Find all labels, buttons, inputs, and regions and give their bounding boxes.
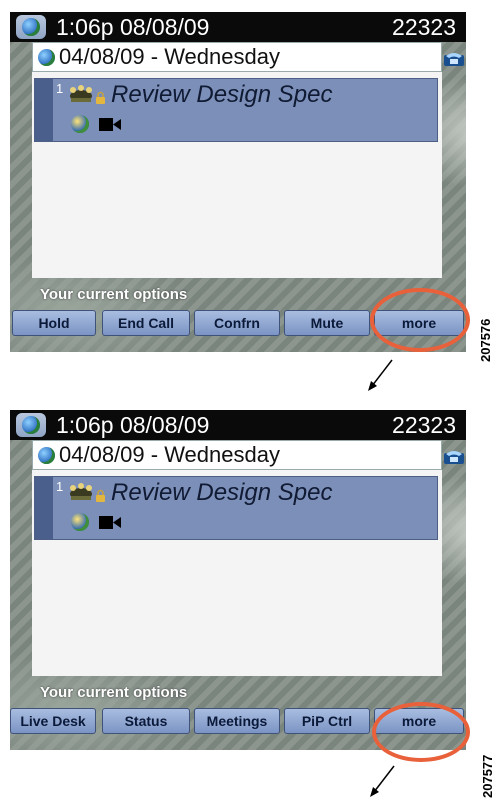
phone-icon [444, 451, 464, 464]
date-header: 04/08/09 - Wednesday [32, 42, 442, 72]
figure-id: 207576 [478, 318, 493, 362]
date-header: 04/08/09 - Wednesday [32, 440, 442, 470]
date-line: 04/08/09 - Wednesday [59, 44, 280, 69]
call-title: Review Design Spec [111, 479, 333, 506]
globe-icon [71, 513, 89, 531]
globe-icon [38, 447, 55, 464]
arrow-icon [368, 359, 393, 391]
highlight-circle [372, 702, 470, 762]
status-time: 1:06p 08/08/09 [56, 412, 210, 438]
softkey-hold[interactable]: Hold [12, 310, 96, 336]
globe-icon [71, 115, 89, 133]
softkey-meetings[interactable]: Meetings [194, 708, 280, 734]
call-index: 1 [56, 479, 64, 494]
lock-icon [96, 489, 105, 502]
call-row[interactable]: 1 Review Design Spec [34, 476, 438, 540]
phone-screen-2: 1:06p 08/08/09 22323 04/08/09 - Wednesda… [10, 410, 466, 750]
status-bar: 1:06p 08/08/09 22323 [10, 410, 466, 440]
line-tab [35, 79, 53, 141]
softkey-mute[interactable]: Mute [284, 310, 370, 336]
date-line: 04/08/09 - Wednesday [59, 442, 280, 467]
call-row[interactable]: 1 Review Design Spec [34, 78, 438, 142]
status-time: 1:06p 08/08/09 [56, 14, 210, 40]
options-label: Your current options [40, 286, 188, 303]
globe-icon[interactable] [16, 413, 46, 437]
extension-number: 22323 [392, 412, 456, 438]
conference-icon [70, 483, 92, 500]
softkey-status[interactable]: Status [102, 708, 190, 734]
call-list: 1 Review Design Spec [32, 72, 442, 278]
options-label: Your current options [40, 684, 188, 701]
call-title: Review Design Spec [111, 81, 333, 108]
conference-icon [70, 85, 92, 102]
globe-icon [38, 49, 55, 66]
phone-icon [444, 53, 464, 66]
video-icon [99, 118, 121, 131]
call-index: 1 [56, 81, 64, 96]
softkey-end-call[interactable]: End Call [102, 310, 190, 336]
globe-icon[interactable] [16, 15, 46, 39]
arrow-icon [370, 765, 395, 797]
softkey-confrn[interactable]: Confrn [194, 310, 280, 336]
video-icon [99, 516, 121, 529]
line-tab [35, 477, 53, 539]
highlight-circle [370, 288, 470, 352]
softkey-live-desk[interactable]: Live Desk [10, 708, 96, 734]
status-bar: 1:06p 08/08/09 22323 [10, 12, 466, 42]
extension-number: 22323 [392, 14, 456, 40]
call-list: 1 Review Design Spec [32, 470, 442, 676]
figure-id: 207577 [480, 754, 495, 798]
lock-icon [96, 91, 105, 104]
softkey-pip-ctrl[interactable]: PiP Ctrl [284, 708, 370, 734]
